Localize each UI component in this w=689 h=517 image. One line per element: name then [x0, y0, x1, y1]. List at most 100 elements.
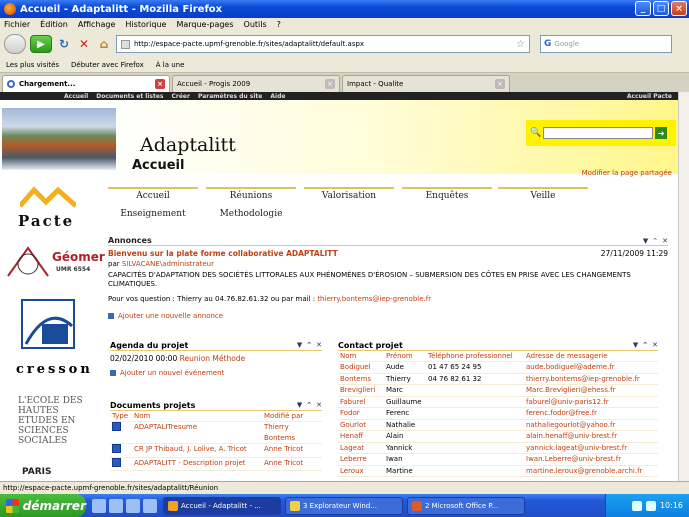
collapse-icon[interactable]: ⌃: [652, 237, 658, 245]
task-explorer[interactable]: 3 Explorateur Wind...: [285, 496, 403, 515]
col-type[interactable]: Type: [110, 411, 132, 422]
menu-historique[interactable]: Historique: [125, 20, 166, 29]
tab-impact[interactable]: Impact - Qualite ×: [342, 75, 510, 92]
collapse-icon[interactable]: ⌃: [306, 401, 312, 409]
announcement-author[interactable]: SILVACANE\administrateur: [122, 260, 214, 268]
minimize-button[interactable]: _: [635, 1, 651, 16]
tab-close-icon[interactable]: ×: [155, 79, 165, 89]
col-prenom[interactable]: Prénom: [384, 351, 426, 362]
add-announcement-link[interactable]: Ajouter une nouvelle annonce: [108, 312, 668, 320]
url-bar[interactable]: http://espace-pacte.upmf-grenoble.fr/sit…: [116, 35, 530, 53]
nav-methodologie[interactable]: Methodologie: [206, 207, 296, 224]
bookmark-news[interactable]: À la une: [156, 61, 185, 69]
webpart-menu-icon[interactable]: ▼: [297, 341, 302, 349]
close-icon[interactable]: ✕: [662, 237, 668, 245]
menu-edition[interactable]: Édition: [40, 20, 68, 29]
top-link-documents[interactable]: Documents et listes: [96, 93, 163, 100]
tab-progis[interactable]: Accueil - Progis 2009 ×: [172, 75, 340, 92]
menu-affichage[interactable]: Affichage: [78, 20, 116, 29]
contact-email[interactable]: martine.leroux@grenoble.archi.fr: [524, 465, 658, 477]
network-icon[interactable]: [631, 500, 642, 511]
search-box[interactable]: G Google: [540, 35, 672, 53]
vertical-scrollbar[interactable]: [678, 92, 689, 481]
close-icon[interactable]: ✕: [316, 401, 322, 409]
top-link-accueil[interactable]: Accueil: [64, 93, 88, 100]
volume-icon[interactable]: [645, 500, 656, 511]
close-button[interactable]: ×: [671, 1, 687, 16]
col-phone[interactable]: Téléphone professionnel: [426, 351, 524, 362]
nav-reunions[interactable]: Réunions: [206, 187, 296, 204]
quicklaunch-media-icon[interactable]: [143, 498, 157, 513]
tab-close-icon[interactable]: ×: [495, 79, 505, 89]
top-link-creer[interactable]: Créer: [172, 93, 190, 100]
task-firefox[interactable]: Accueil - Adaptalitt - ...: [163, 496, 281, 515]
contact-email[interactable]: yannick.lageat@univ-brest.fr: [524, 442, 658, 454]
quicklaunch-desktop-icon[interactable]: [109, 498, 123, 513]
bookmark-star-icon[interactable]: ☆: [516, 39, 525, 50]
contact-nom[interactable]: Faburel: [338, 396, 384, 408]
contact-email[interactable]: nathaliegourlot@yahoo.fr: [524, 419, 658, 431]
doc-name[interactable]: CR JP Thibaud, J. Lolive, A. Tricot: [132, 443, 262, 458]
bookmark-getting-started[interactable]: Débuter avec Firefox: [71, 61, 144, 69]
contact-nom[interactable]: Breviglieri: [338, 384, 384, 397]
search-go-button[interactable]: ➜: [655, 127, 668, 139]
quicklaunch-ie-icon[interactable]: [92, 498, 106, 513]
menu-aide[interactable]: ?: [277, 20, 281, 29]
google-engine-icon[interactable]: G: [544, 39, 551, 49]
home-icon[interactable]: ⌂: [96, 36, 112, 52]
task-office[interactable]: 2 Microsoft Office P...: [407, 496, 525, 515]
col-modified-by[interactable]: Modifié par: [262, 411, 322, 422]
webpart-menu-icon[interactable]: ▼: [643, 237, 648, 245]
modify-shared-page-link[interactable]: Modifier la page partagée: [582, 169, 672, 177]
contact-email[interactable]: Iwan.Leberre@univ-brest.fr: [524, 453, 658, 466]
webpart-menu-icon[interactable]: ▼: [297, 401, 302, 409]
webpart-menu-icon[interactable]: ▼: [633, 341, 638, 349]
collapse-icon[interactable]: ⌃: [306, 341, 312, 349]
doc-name[interactable]: ADAPTALITresume: [132, 421, 262, 444]
top-link-parametres[interactable]: Paramètres du site: [198, 93, 262, 100]
announcement-contact-mail[interactable]: thierry.bontems@iep-grenoble.fr: [317, 295, 431, 303]
nav-enquetes[interactable]: Enquêtes: [402, 187, 492, 204]
contact-nom[interactable]: Leberre: [338, 453, 384, 466]
nav-veille[interactable]: Veille: [498, 187, 588, 204]
top-link-accueil-pacte[interactable]: Accueil Pacte: [627, 93, 678, 100]
contact-nom[interactable]: Leroux: [338, 465, 384, 477]
top-link-aide[interactable]: Aide: [270, 93, 285, 100]
doc-name[interactable]: ADAPTALITT - Description projet: [132, 457, 262, 471]
contact-email[interactable]: Marc.Breviglieri@ehess.fr: [524, 384, 658, 397]
contact-nom[interactable]: Gourlot: [338, 419, 384, 431]
contact-email[interactable]: faburel@univ-paris12.fr: [524, 396, 658, 408]
agenda-event[interactable]: Reunion Méthode: [180, 354, 246, 363]
window-titlebar[interactable]: Accueil - Adaptalitt - Mozilla Firefox _…: [0, 0, 689, 18]
bookmark-most-visited[interactable]: Les plus visités: [6, 61, 59, 69]
tab-close-icon[interactable]: ×: [325, 79, 335, 89]
contact-email[interactable]: alain.henaff@univ-brest.fr: [524, 430, 658, 443]
quicklaunch-firefox-icon[interactable]: [126, 498, 140, 513]
menu-outils[interactable]: Outils: [244, 20, 267, 29]
col-email[interactable]: Adresse de messagerie: [524, 351, 658, 362]
reload-icon[interactable]: ↻: [56, 36, 72, 52]
col-name[interactable]: Nom: [132, 411, 262, 422]
close-icon[interactable]: ✕: [652, 341, 658, 349]
forward-button[interactable]: ▶: [30, 35, 52, 53]
collapse-icon[interactable]: ⌃: [642, 341, 648, 349]
contact-email[interactable]: thierry.bontems@iep-grenoble.fr: [524, 373, 658, 385]
nav-enseignement[interactable]: Enseignement: [108, 207, 198, 224]
contact-nom[interactable]: Lageat: [338, 442, 384, 454]
doc-modified-by[interactable]: Thierry Bontems: [262, 421, 322, 444]
add-event-link[interactable]: Ajouter un nouvel événement: [110, 369, 322, 377]
announcement-title[interactable]: Bienvenu sur la plate forme collaborativ…: [108, 249, 338, 258]
contact-email[interactable]: ferenc.fodor@free.fr: [524, 407, 658, 420]
contact-nom[interactable]: Bontems: [338, 373, 384, 385]
menu-marque-pages[interactable]: Marque-pages: [176, 20, 233, 29]
back-button[interactable]: [4, 34, 26, 54]
col-nom[interactable]: Nom: [338, 351, 384, 362]
start-button[interactable]: démarrer: [0, 494, 86, 517]
menu-fichier[interactable]: Fichier: [4, 20, 30, 29]
contact-nom[interactable]: Henaff: [338, 430, 384, 443]
maximize-button[interactable]: □: [653, 1, 669, 16]
close-icon[interactable]: ✕: [316, 341, 322, 349]
contact-nom[interactable]: Fodor: [338, 407, 384, 420]
contact-email[interactable]: aude.bodiguel@ademe.fr: [524, 361, 658, 374]
doc-modified-by[interactable]: Anne Tricot: [262, 443, 322, 458]
